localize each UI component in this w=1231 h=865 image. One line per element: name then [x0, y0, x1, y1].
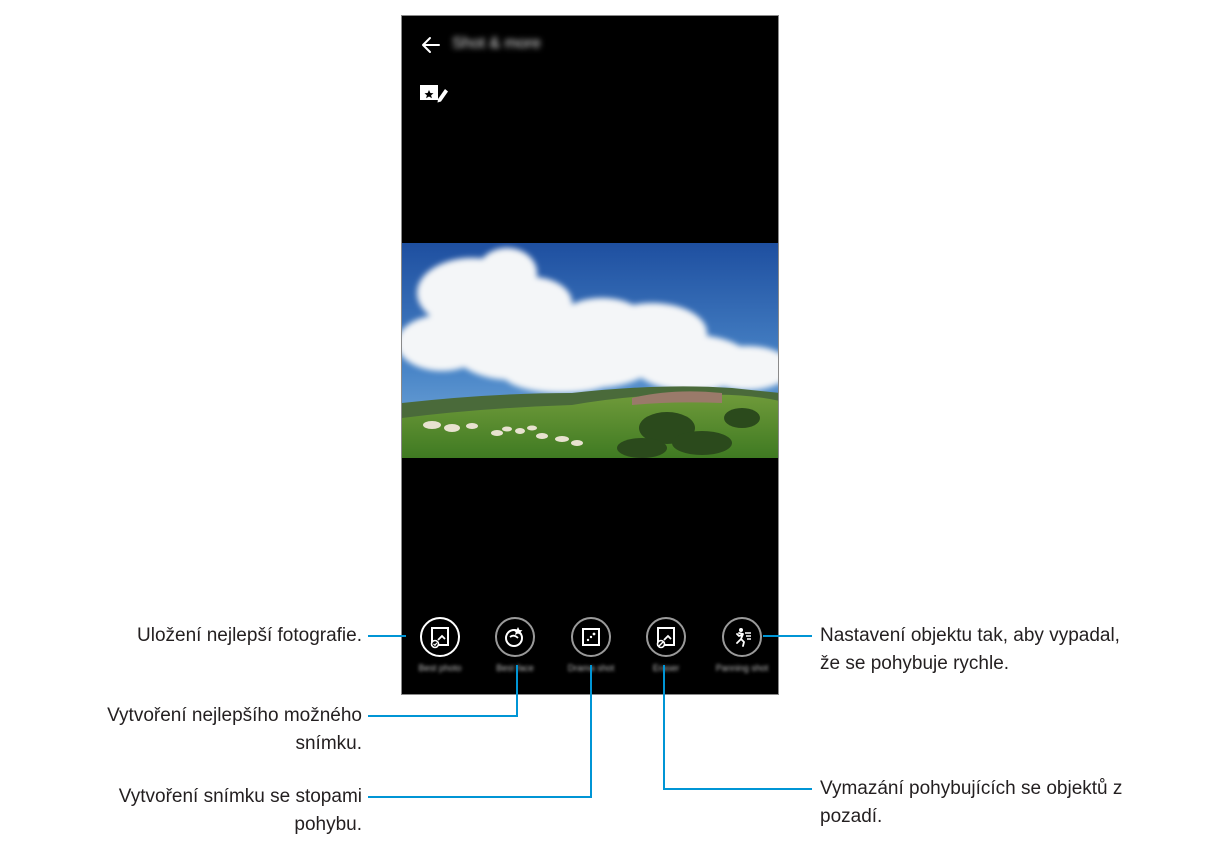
preview-photo [402, 243, 778, 458]
best-photo-icon [420, 617, 460, 657]
callout-panning-line1: Nastavení objektu tak, aby vypadal, [820, 625, 1120, 646]
callout-best-face: Vytvoření nejlepšího možného snímku. [107, 702, 362, 758]
callout-eraser-line2: pozadí. [820, 806, 883, 827]
callout-best-face-line1: Vytvoření nejlepšího možného [107, 705, 362, 726]
mode-eraser[interactable]: Eraser [628, 611, 704, 681]
mode-label-best-face: Best face [496, 663, 534, 673]
callout-drama-line1: Vytvoření snímku se stopami [118, 786, 362, 807]
app-title: Shot & more [452, 35, 541, 52]
drama-shot-icon [571, 617, 611, 657]
callout-best-photo: Uložení nejlepší fotografie. [137, 622, 362, 650]
mode-best-photo[interactable]: Best photo [402, 611, 478, 681]
mode-bar: Best photo Best face Drama shot Eraser P… [402, 611, 778, 691]
callout-eraser-line1: Vymazání pohybujících se objektů z [820, 778, 1123, 799]
callout-drama-shot: Vytvoření snímku se stopami pohybu. [119, 783, 362, 839]
mode-best-face[interactable]: Best face [477, 611, 553, 681]
callout-drama-line2: pohybu. [294, 814, 362, 835]
mode-panning-shot[interactable]: Panning shot [704, 611, 778, 681]
callout-panning-shot: Nastavení objektu tak, aby vypadal, že s… [820, 622, 1120, 678]
eraser-icon [646, 617, 686, 657]
favorite-edit-icon[interactable] [419, 82, 455, 104]
phone-screen: Shot & more Best photo Best face Drama s… [401, 15, 779, 695]
mode-label-drama-shot: Drama shot [567, 663, 615, 673]
mode-label-best-photo: Best photo [418, 663, 462, 673]
best-face-icon [495, 617, 535, 657]
arrow-left-icon[interactable] [420, 34, 442, 56]
mode-drama-shot[interactable]: Drama shot [553, 611, 629, 681]
mode-label-eraser: Eraser [652, 663, 680, 673]
mode-label-panning-shot: Panning shot [715, 663, 769, 673]
callout-best-face-line2: snímku. [295, 733, 362, 754]
panning-shot-icon [722, 617, 762, 657]
callout-eraser: Vymazání pohybujících se objektů z pozad… [820, 775, 1122, 831]
callout-best-photo-text: Uložení nejlepší fotografie. [137, 625, 362, 646]
callout-panning-line2: že se pohybuje rychle. [820, 653, 1010, 674]
